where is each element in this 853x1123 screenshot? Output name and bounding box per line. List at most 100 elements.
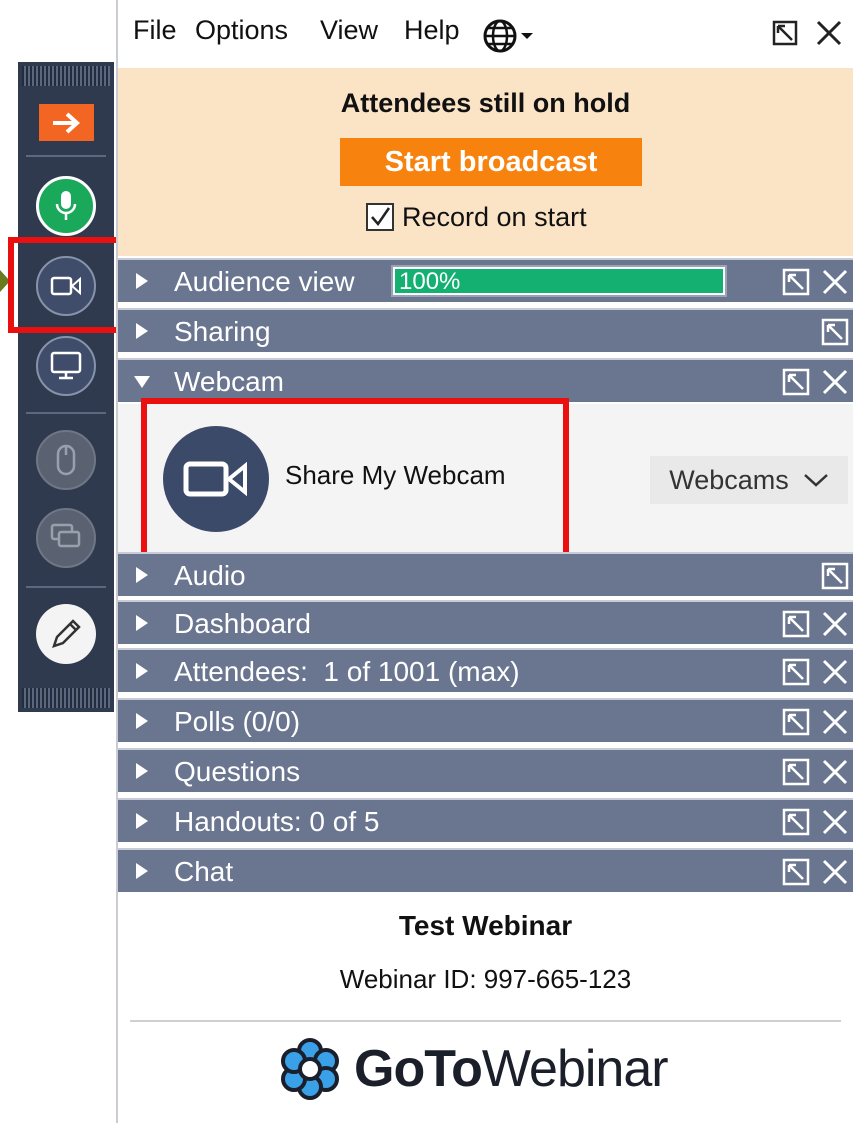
menu-view[interactable]: View bbox=[320, 15, 378, 46]
section-label: Sharing bbox=[174, 316, 271, 347]
hold-banner: Attendees still on hold Start broadcast … bbox=[118, 68, 853, 256]
logo-text-goto: GoTo bbox=[354, 1040, 483, 1098]
section-label: Dashboard bbox=[174, 608, 311, 639]
section-label: Webcam bbox=[174, 366, 284, 397]
expand-triangle-icon bbox=[136, 567, 148, 583]
close-icon[interactable] bbox=[821, 268, 849, 296]
toolbar-divider bbox=[26, 412, 106, 414]
section-handouts[interactable]: Handouts: 0 of 5 bbox=[118, 798, 853, 842]
give-keyboard-mouse-button[interactable] bbox=[36, 430, 96, 490]
close-icon[interactable] bbox=[821, 368, 849, 396]
webinar-title: Test Webinar bbox=[398, 910, 573, 941]
logo-text-webinar: Webinar bbox=[481, 1040, 669, 1098]
expand-triangle-icon bbox=[136, 323, 148, 339]
popout-icon[interactable] bbox=[782, 610, 810, 638]
collapse-panel-button[interactable] bbox=[39, 104, 94, 141]
close-icon[interactable] bbox=[821, 610, 849, 638]
menu-options[interactable]: Options bbox=[195, 15, 288, 46]
close-icon[interactable] bbox=[821, 858, 849, 886]
pencil-icon bbox=[52, 619, 81, 648]
webcam-button-highlight bbox=[8, 237, 124, 333]
section-polls[interactable]: Polls (0/0) bbox=[118, 698, 853, 742]
popout-icon bbox=[772, 20, 798, 46]
popout-icon[interactable] bbox=[782, 658, 810, 686]
microphone-icon bbox=[55, 191, 77, 220]
footer-divider bbox=[130, 1020, 841, 1022]
audience-view-progress: 100% bbox=[391, 265, 727, 297]
toolbar-grip-bottom[interactable] bbox=[22, 688, 110, 708]
close-window-button[interactable] bbox=[812, 16, 846, 50]
section-sharing[interactable]: Sharing bbox=[118, 308, 853, 352]
toolbar-divider bbox=[26, 586, 106, 588]
webcams-dropdown-label: Webcams bbox=[669, 464, 789, 495]
section-label: Audience view bbox=[174, 266, 355, 297]
popout-icon[interactable] bbox=[782, 268, 810, 296]
close-icon[interactable] bbox=[821, 808, 849, 836]
screens-icon bbox=[50, 523, 81, 548]
expand-triangle-icon bbox=[136, 713, 148, 729]
close-icon[interactable] bbox=[821, 708, 849, 736]
menu-help[interactable]: Help bbox=[404, 15, 460, 46]
multi-screen-button[interactable] bbox=[36, 508, 96, 568]
expand-triangle-icon bbox=[136, 615, 148, 631]
popout-icon[interactable] bbox=[821, 562, 849, 590]
checkmark-icon bbox=[371, 207, 391, 227]
popout-icon[interactable] bbox=[821, 318, 849, 346]
section-chat[interactable]: Chat bbox=[118, 848, 853, 892]
section-dashboard[interactable]: Dashboard bbox=[118, 600, 853, 644]
gotowebinar-logo: GoTo Webinar bbox=[278, 1034, 669, 1104]
arrow-right-icon bbox=[52, 112, 80, 133]
control-toolbar bbox=[18, 62, 114, 712]
section-questions[interactable]: Questions bbox=[118, 748, 853, 792]
expand-triangle-icon bbox=[136, 663, 148, 679]
record-on-start-row: Record on start bbox=[366, 200, 587, 234]
language-menu[interactable] bbox=[482, 18, 534, 54]
webinar-id: Webinar ID: 997-665-123 bbox=[339, 964, 632, 994]
share-webcam-highlight bbox=[141, 398, 569, 562]
chevron-down-icon bbox=[803, 474, 828, 487]
popout-icon[interactable] bbox=[782, 368, 810, 396]
popout-icon[interactable] bbox=[782, 758, 810, 786]
drawing-tools-button[interactable] bbox=[36, 604, 96, 664]
section-label: Polls (0/0) bbox=[174, 706, 301, 737]
microphone-button[interactable] bbox=[36, 176, 96, 236]
start-broadcast-button[interactable]: Start broadcast bbox=[340, 138, 642, 186]
section-attendees[interactable]: Attendees: 1 of 1001 (max) bbox=[118, 648, 853, 692]
toolbar-grip-top[interactable] bbox=[22, 66, 110, 86]
section-audience-view[interactable]: Audience view 100% bbox=[118, 258, 853, 302]
record-on-start-label: Record on start bbox=[402, 201, 587, 232]
menu-file[interactable]: File bbox=[133, 15, 177, 46]
collapse-triangle-icon bbox=[134, 376, 150, 388]
popout-icon[interactable] bbox=[782, 708, 810, 736]
section-label: Audio bbox=[174, 560, 246, 591]
expand-triangle-icon bbox=[136, 763, 148, 779]
section-label: Questions bbox=[174, 756, 301, 787]
popout-icon[interactable] bbox=[782, 808, 810, 836]
close-icon[interactable] bbox=[821, 758, 849, 786]
section-label: Chat bbox=[174, 856, 234, 887]
close-icon[interactable] bbox=[821, 658, 849, 686]
hold-status-title: Attendees still on hold bbox=[340, 88, 631, 118]
control-panel: File Options View Help Attendees still o… bbox=[116, 0, 853, 1123]
audience-view-percent: 100% bbox=[399, 268, 461, 295]
section-label: Attendees: 1 of 1001 (max) bbox=[174, 656, 520, 687]
section-label: Handouts: 0 of 5 bbox=[174, 806, 380, 837]
expand-triangle-icon bbox=[136, 813, 148, 829]
chevron-down-icon bbox=[521, 33, 533, 39]
webcams-dropdown[interactable]: Webcams bbox=[650, 456, 848, 504]
popout-window-button[interactable] bbox=[768, 16, 802, 50]
globe-icon bbox=[483, 19, 517, 53]
webinar-footer: Test Webinar Webinar ID: 997-665-123 GoT… bbox=[118, 894, 853, 1123]
screen-icon bbox=[50, 351, 82, 380]
menu-bar: File Options View Help bbox=[118, 0, 853, 68]
popout-icon[interactable] bbox=[782, 858, 810, 886]
section-webcam[interactable]: Webcam bbox=[118, 358, 853, 402]
gotowebinar-flower-icon bbox=[281, 1038, 339, 1100]
toolbar-divider bbox=[26, 155, 106, 157]
record-on-start-checkbox[interactable] bbox=[366, 203, 394, 231]
expand-triangle-icon bbox=[136, 863, 148, 879]
section-audio[interactable]: Audio bbox=[118, 552, 853, 596]
screen-share-button[interactable] bbox=[36, 336, 96, 396]
close-icon bbox=[816, 20, 842, 46]
expand-triangle-icon bbox=[136, 273, 148, 289]
